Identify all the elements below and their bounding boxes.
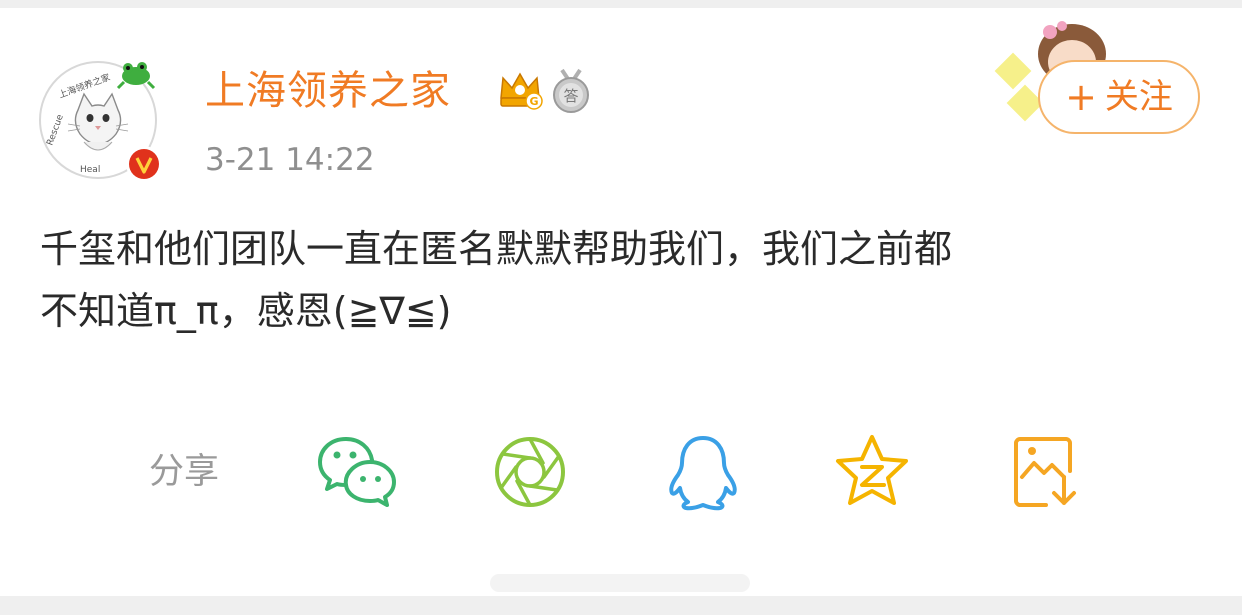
follow-button[interactable]: + 关注 <box>1038 60 1200 134</box>
medal-badge-icon[interactable]: 答 <box>548 68 594 114</box>
save-image-icon[interactable] <box>1006 433 1088 511</box>
post-text-line: 千玺和他们团队一直在匿名默默帮助我们，我们之前都 <box>40 227 953 271</box>
post-text-line: 不知道π_π，感恩(≧∇≦) <box>40 289 452 333</box>
moments-aperture-icon[interactable] <box>490 433 572 511</box>
post-card: Rescue Heal 上海领养之家 上海领养之家 G 答 3-21 14:22 <box>0 8 1242 596</box>
watermark-image <box>490 574 750 592</box>
avatar-ring-text-heal: Heal <box>80 165 100 175</box>
medal-badge-char: 答 <box>563 87 578 105</box>
crown-vip-icon[interactable]: G <box>497 68 543 112</box>
username[interactable]: 上海领养之家 <box>205 66 451 116</box>
post-timestamp: 3-21 14:22 <box>205 142 375 178</box>
wechat-icon[interactable] <box>316 433 398 511</box>
post-content: 千玺和他们团队一直在匿名默默帮助我们，我们之前都 不知道π_π，感恩(≧∇≦) <box>40 218 1200 342</box>
verified-badge-icon <box>126 146 162 182</box>
plus-icon: + <box>1065 75 1097 119</box>
frog-illustration <box>116 62 156 90</box>
share-label: 分享 <box>149 452 220 492</box>
crown-badge-letter: G <box>529 95 538 108</box>
user-avatar[interactable]: Rescue Heal 上海领养之家 <box>38 58 164 184</box>
qzone-star-icon[interactable] <box>832 433 914 511</box>
follow-button-label: 关注 <box>1104 77 1173 117</box>
qq-penguin-icon[interactable] <box>662 433 744 511</box>
